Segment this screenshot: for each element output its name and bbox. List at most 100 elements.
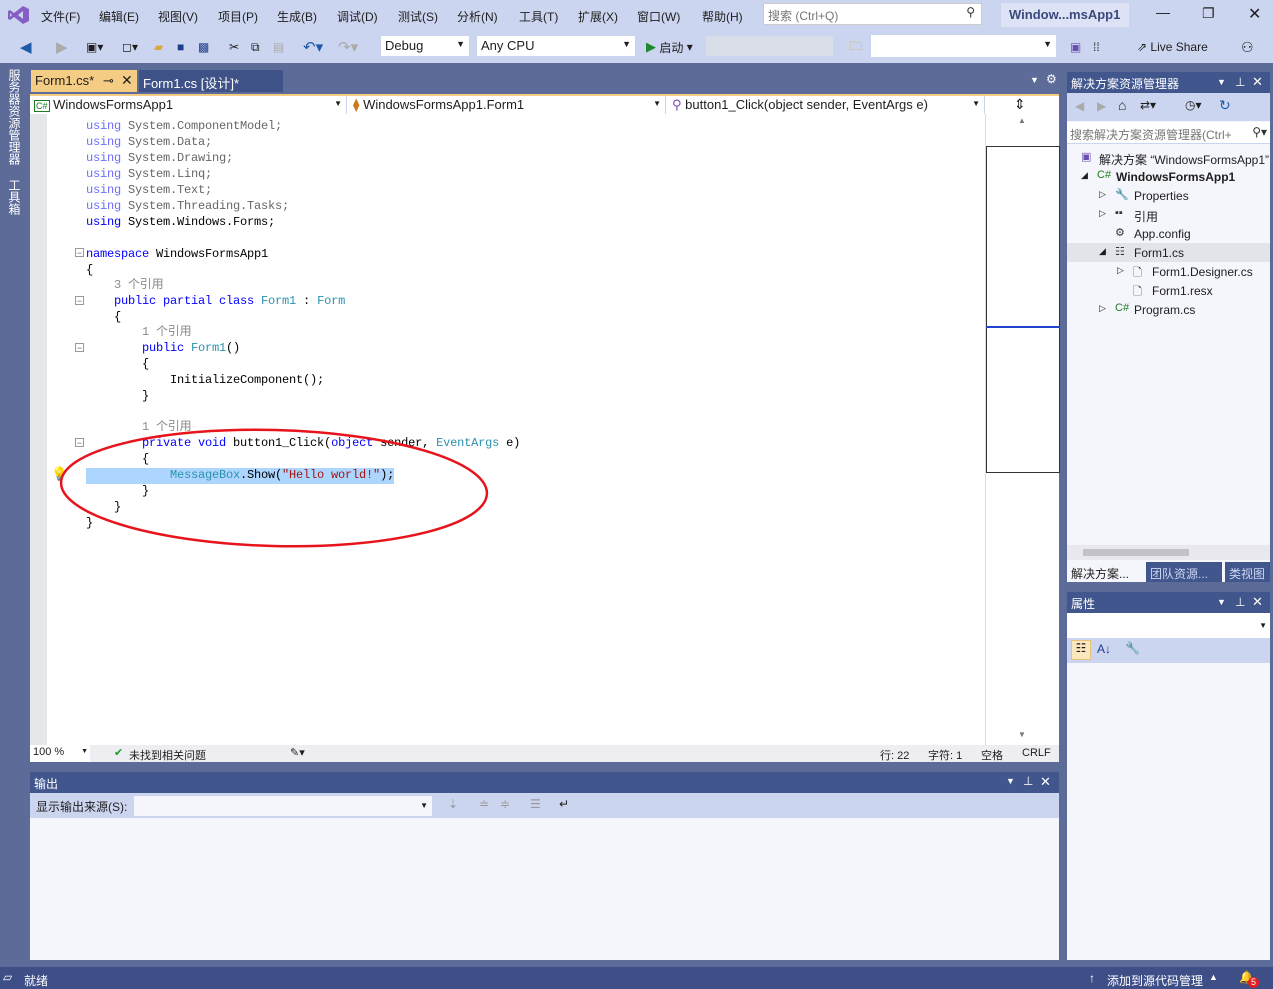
output-source-dropdown[interactable]: ▼ <box>134 796 432 816</box>
back-icon[interactable]: ◀ <box>1075 99 1084 113</box>
split-window-icon[interactable]: ⇕ <box>1014 96 1026 113</box>
server-explorer-tab[interactable]: 服务器资源管理器 <box>6 69 23 165</box>
word-wrap-icon[interactable]: ↵ <box>559 797 569 811</box>
collapse-constructor-icon[interactable]: − <box>75 343 84 353</box>
open-folder-icon[interactable]: ▰ <box>154 37 163 57</box>
refresh-icon[interactable]: ↻ <box>1219 97 1231 114</box>
account-icon[interactable]: ⚇ <box>1241 37 1254 57</box>
feedback-icon[interactable]: ▣ <box>1070 37 1081 57</box>
tab-class-view[interactable]: 类视图 <box>1225 562 1270 582</box>
lightbulb-icon[interactable]: 💡 <box>51 466 67 482</box>
dropdown-icon[interactable]: ▼ <box>1217 77 1226 87</box>
collapse-class-icon[interactable]: − <box>75 296 84 306</box>
menu-item[interactable]: 编辑(E) <box>99 8 139 25</box>
scroll-up-icon[interactable]: ▲ <box>1018 116 1026 125</box>
clear-all-icon[interactable]: ☰ <box>530 797 541 811</box>
property-pages-icon[interactable]: 🔧 <box>1125 641 1140 655</box>
scroll-thumb[interactable] <box>1083 549 1189 556</box>
previous-message-icon[interactable]: ≐ <box>479 797 489 811</box>
toolbox-tab[interactable]: 工具箱 <box>6 179 23 215</box>
close-button[interactable]: ✕ <box>1248 4 1261 24</box>
tab-solution-explorer[interactable]: 解决方案... <box>1067 562 1144 582</box>
tree-item[interactable]: ▷ 🔧 Properties <box>1067 186 1270 205</box>
dropdown-icon[interactable]: ▼ <box>1006 776 1015 786</box>
layout-icon[interactable]: ⁞⁞ <box>1093 37 1100 57</box>
project-dropdown[interactable]: C# WindowsFormsApp1 ▼ <box>30 96 347 114</box>
undo-icon[interactable]: ↶▾ <box>303 37 323 57</box>
next-message-icon[interactable]: ≑ <box>500 797 510 811</box>
cut-icon[interactable]: ✂ <box>229 37 239 57</box>
live-share-button[interactable]: ⇗ Live Share <box>1137 37 1208 57</box>
expander-icon[interactable]: ▷ <box>1099 189 1106 200</box>
close-icon[interactable]: ✕ <box>1040 774 1051 790</box>
sort-alphabetical-icon[interactable]: A↓ <box>1097 642 1111 656</box>
tab-team-explorer[interactable]: 团队资源... <box>1146 562 1222 582</box>
pin-icon[interactable]: ⊥ <box>1235 75 1245 89</box>
tree-item[interactable]: ⚙ App.config <box>1067 224 1270 243</box>
tab-list-dropdown-icon[interactable]: ▼ <box>1030 75 1039 85</box>
code-cleanup-icon[interactable]: ✎▾ <box>290 746 305 759</box>
code-editor[interactable]: 💡 using System.ComponentModel; using Syst… <box>30 114 985 745</box>
forward-icon[interactable]: ▶ <box>56 37 68 57</box>
save-icon[interactable]: ■ <box>177 37 184 57</box>
redo-icon[interactable]: ↷▾ <box>338 37 358 57</box>
menu-item[interactable]: 文件(F) <box>41 8 80 25</box>
menu-item[interactable]: 视图(V) <box>158 8 198 25</box>
collapse-method-icon[interactable]: − <box>75 438 84 448</box>
horizontal-scrollbar[interactable] <box>1067 545 1270 560</box>
gear-icon[interactable]: ⚙ <box>1046 72 1057 86</box>
minimize-button[interactable]: — <box>1156 4 1170 20</box>
visual-studio-logo-icon[interactable] <box>8 5 30 25</box>
scroll-down-icon[interactable]: ▼ <box>1018 730 1026 739</box>
categorized-icon[interactable]: ☷ <box>1071 640 1091 660</box>
tree-item[interactable]: ◢ C# WindowsFormsApp1 <box>1067 167 1270 186</box>
maximize-button[interactable]: ❐ <box>1202 5 1215 22</box>
pending-changes-icon[interactable]: ◷▾ <box>1185 98 1202 112</box>
forward-icon[interactable]: ▶ <box>1097 99 1106 113</box>
dropdown-icon[interactable]: ▼ <box>1217 597 1226 607</box>
paste-icon[interactable]: ▤ <box>273 37 284 57</box>
tree-item[interactable]: ▣ 解决方案 “WindowsFormsApp1” <box>1067 148 1270 167</box>
copy-icon[interactable]: ⧉ <box>251 37 260 57</box>
output-window-icon[interactable]: ▱ <box>3 970 12 984</box>
expander-icon[interactable]: ◢ <box>1099 246 1106 257</box>
issues-status[interactable]: 未找到相关问题 <box>129 747 206 763</box>
scroll-thumb[interactable] <box>986 146 1060 473</box>
close-icon[interactable]: ✕ <box>1252 594 1263 610</box>
switch-views-icon[interactable]: ⇄▾ <box>1140 98 1156 112</box>
save-all-icon[interactable]: ▩ <box>198 37 209 57</box>
pin-icon[interactable]: ⊥ <box>1023 774 1033 788</box>
search-input[interactable]: 搜索 (Ctrl+Q) ⚲ <box>763 3 982 25</box>
add-item-icon[interactable]: ◻▾ <box>122 37 138 57</box>
new-project-icon[interactable]: ▣▾ <box>86 37 103 57</box>
menu-item[interactable]: 分析(N) <box>457 8 498 25</box>
tree-item[interactable]: 🗋 Form1.resx <box>1067 281 1270 300</box>
target-dropdown[interactable] <box>705 35 834 57</box>
solution-search-input[interactable]: 搜索解决方案资源管理器(Ctrl+ ⚲▾ <box>1067 122 1270 144</box>
tree-item[interactable]: ▷ 🗋 Form1.Designer.cs <box>1067 262 1270 281</box>
menu-item[interactable]: 窗口(W) <box>637 8 680 25</box>
platform-dropdown[interactable]: Any CPU ▼ <box>476 35 636 57</box>
find-in-files-icon[interactable]: 🗀 <box>850 37 862 57</box>
tree-item[interactable]: ▷ ▪▪ 引用 <box>1067 205 1270 224</box>
zoom-dropdown[interactable]: 100 % ▼ <box>30 745 90 762</box>
tree-item[interactable]: ◢ ☷ Form1.cs <box>1067 243 1270 262</box>
tree-item[interactable]: ▷ C# Program.cs <box>1067 300 1270 319</box>
find-dropdown[interactable]: ▼ <box>871 35 1056 57</box>
vertical-scrollbar-map[interactable]: ▲ ▼ <box>985 114 1060 745</box>
configuration-dropdown[interactable]: Debug ▼ <box>380 35 470 57</box>
menu-item[interactable]: 工具(T) <box>519 8 558 25</box>
tab-form1-cs[interactable]: Form1.cs* ⊸ ✕ <box>31 70 137 92</box>
pin-icon[interactable]: ⊥ <box>1235 595 1245 609</box>
menu-item[interactable]: 扩展(X) <box>578 8 618 25</box>
menu-item[interactable]: 生成(B) <box>277 8 317 25</box>
member-dropdown[interactable]: ⚲ button1_Click(object sender, EventArgs… <box>668 96 985 114</box>
start-button[interactable]: ▶ 启动 ▾ <box>646 37 693 57</box>
tab-form1-designer[interactable]: Form1.cs [设计]* <box>139 70 283 92</box>
close-icon[interactable]: ✕ <box>1252 74 1263 90</box>
back-icon[interactable]: ◀ <box>20 37 32 57</box>
add-to-source-control[interactable]: 添加到源代码管理 <box>1107 972 1203 989</box>
class-dropdown[interactable]: ⧫ WindowsFormsApp1.Form1 ▼ <box>349 96 666 114</box>
pin-icon[interactable]: ⊸ <box>103 73 114 89</box>
collapse-namespace-icon[interactable]: − <box>75 248 84 258</box>
